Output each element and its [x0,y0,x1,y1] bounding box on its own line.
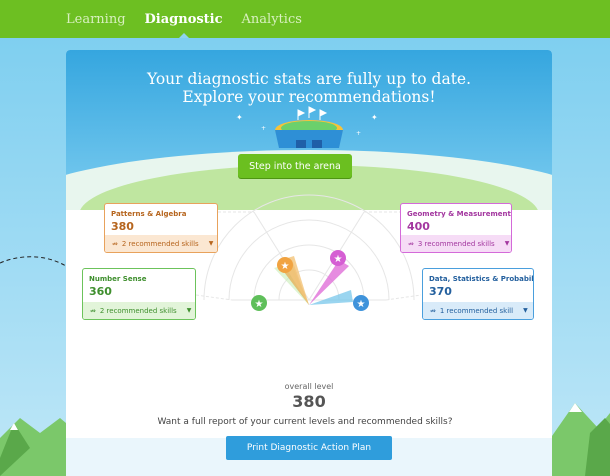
stat-card-patterns-algebra: Patterns & Algebra 380 ⇏ 2 recommended s… [104,203,218,253]
stat-name: Number Sense [89,275,147,283]
star-icon: ★ [357,299,366,310]
recommended-skills-dropdown[interactable]: ⇏ 3 recommended skills ▼ [401,235,511,252]
skill-icon: ⇏ [112,239,118,248]
star-marker-patterns[interactable]: ★ [277,257,293,273]
tab-analytics[interactable]: Analytics [242,0,302,38]
skill-icon: ⇏ [430,306,436,315]
stat-name: Data, Statistics & Probability [429,275,534,283]
star-icon: ★ [334,254,343,265]
caret-down-icon: ▼ [208,240,214,247]
overall-level-label: overall level [284,382,334,391]
skill-icon: ⇏ [408,239,414,248]
report-prompt: Want a full report of your current level… [157,417,453,427]
star-icon: ★ [281,261,290,272]
recommended-skills-label: 3 recommended skills [417,239,495,248]
stat-value: 400 [407,220,430,233]
diagnostic-card: ✦ ✦ + + Your diagnostic stats are fully … [66,50,552,476]
star-icon: ★ [255,299,264,310]
recommended-skills-label: 1 recommended skill [439,306,514,315]
skill-icon: ⇏ [90,306,96,315]
star-marker-geometry[interactable]: ★ [330,250,346,266]
recommended-skills-dropdown[interactable]: ⇏ 2 recommended skills ▼ [105,235,217,252]
caret-down-icon: ▼ [186,307,192,314]
recommended-skills-dropdown[interactable]: ⇏ 1 recommended skill ▼ [423,302,533,319]
star-marker-data-statistics[interactable]: ★ [353,295,369,311]
stat-card-data-statistics-probability: Data, Statistics & Probability 370 ⇏ 1 r… [422,268,534,320]
tab-diagnostic[interactable]: Diagnostic [145,0,223,38]
star-marker-number-sense[interactable]: ★ [251,295,267,311]
recommended-skills-dropdown[interactable]: ⇏ 2 recommended skills ▼ [83,302,195,319]
top-navigation: Learning Diagnostic Analytics [0,0,610,38]
caret-down-icon: ▼ [523,307,528,314]
print-action-plan-button[interactable]: Print Diagnostic Action Plan [226,436,392,460]
stat-card-number-sense: Number Sense 360 ⇏ 2 recommended skills … [82,268,196,320]
stat-value: 380 [111,220,134,233]
caret-down-icon: ▼ [504,240,510,247]
overall-level-value: 380 [292,392,326,411]
stat-value: 360 [89,285,112,298]
stat-value: 370 [429,285,452,298]
recommended-skills-label: 2 recommended skills [99,306,177,315]
recommended-skills-label: 2 recommended skills [121,239,199,248]
tab-learning[interactable]: Learning [66,0,126,38]
stat-name: Geometry & Measurement [407,210,511,218]
stat-card-geometry-measurement: Geometry & Measurement 400 ⇏ 3 recommend… [400,203,512,253]
stat-name: Patterns & Algebra [111,210,187,218]
